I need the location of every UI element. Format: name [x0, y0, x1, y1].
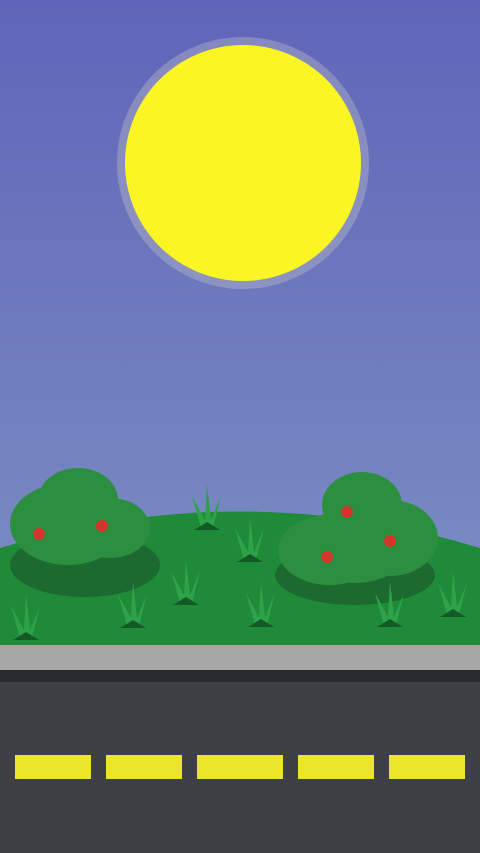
sidewalk [0, 645, 480, 670]
berry [96, 520, 108, 532]
berry [321, 551, 333, 563]
lane-mark [106, 755, 182, 779]
berry [341, 506, 353, 518]
curb [0, 670, 480, 682]
sun [125, 45, 361, 281]
scene-canvas [0, 0, 480, 853]
lane-mark [389, 755, 465, 779]
lane-mark [15, 755, 91, 779]
game-scene [0, 0, 480, 853]
lane-mark [197, 755, 283, 779]
berry [384, 535, 396, 547]
berry [33, 528, 45, 540]
lane-mark [298, 755, 374, 779]
